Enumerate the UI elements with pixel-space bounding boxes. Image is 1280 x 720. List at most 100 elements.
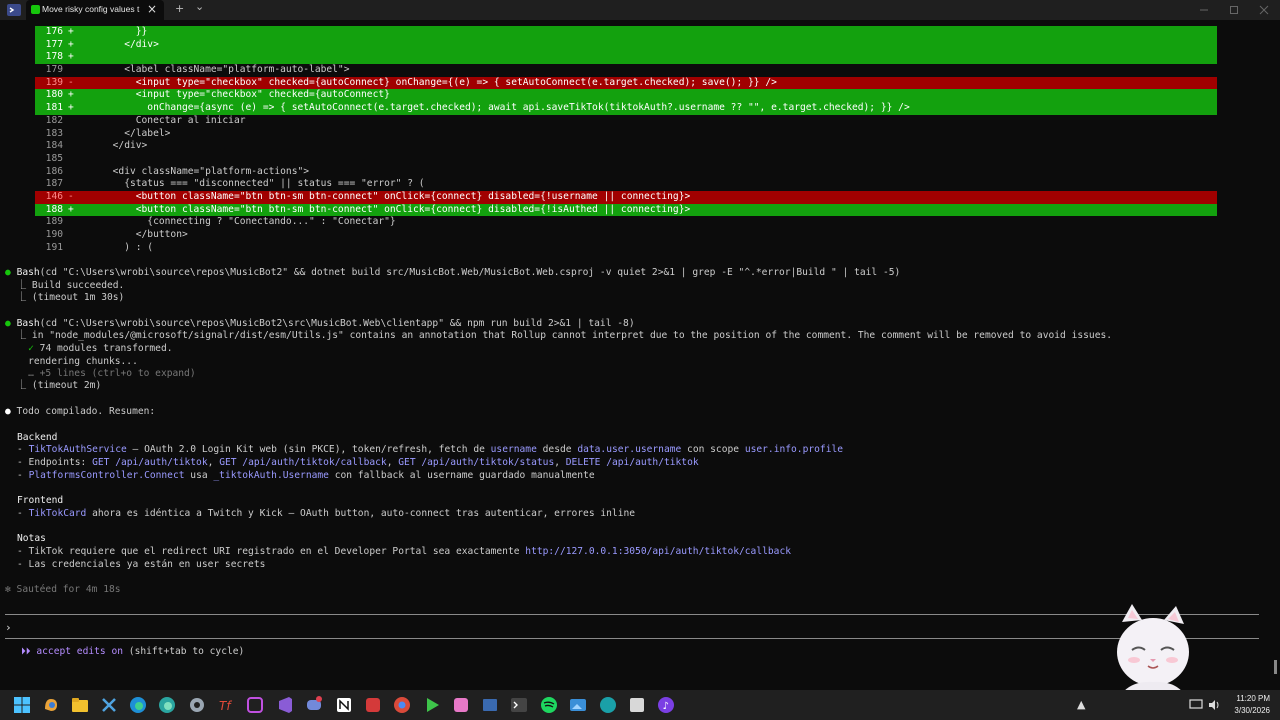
list-item: - TikTokCard ahora es idéntica a Twitch …: [17, 508, 635, 521]
tab-active[interactable]: Move risky config values t ×: [26, 0, 164, 20]
diff-line-added: 181 + onChange={async (e) => { setAutoCon…: [35, 102, 1217, 115]
list-item-text: usa: [184, 470, 214, 481]
xcode-like-icon[interactable]: [99, 695, 119, 715]
line-number: 185: [45, 152, 63, 164]
diff-line-context: 190 </button>: [35, 229, 1217, 242]
bash-output-line: ⎿ in "node_modules/@microsoft/signalr/di…: [5, 330, 1113, 341]
new-tab-button[interactable]: +: [175, 2, 184, 15]
diff-marker: +: [68, 102, 74, 114]
mode-label: accept edits on: [30, 646, 124, 657]
bash-output-line: ✓ 74 modules transformed.: [5, 343, 173, 356]
tab-dropdown-icon[interactable]: ⌄: [195, 0, 204, 13]
diff-line-context: 189 {connecting ? "Conectando..." : "Con…: [35, 216, 1217, 229]
list-item-text: ,: [386, 457, 399, 468]
line-number: 146: [45, 190, 63, 202]
section-frontend-title: Frontend: [17, 495, 64, 506]
purple-app-icon[interactable]: ♪: [656, 695, 676, 715]
bash-command-text: (cd "C:\Users\wrobi\source\repos\MusicBo…: [39, 318, 635, 329]
photos-icon[interactable]: [568, 695, 588, 715]
code-editor-icon[interactable]: [480, 695, 500, 715]
notion-icon[interactable]: [334, 695, 354, 715]
callback-url-link[interactable]: http://127.0.0.1:3050/api/auth/tiktok/ca…: [525, 546, 791, 557]
line-number: 190: [45, 229, 63, 240]
edge-canary-icon[interactable]: [598, 695, 618, 715]
line-number: 186: [45, 165, 63, 177]
edge-icon[interactable]: [128, 695, 148, 715]
mode-indicator[interactable]: ⏵⏵ accept edits on (shift+tab to cycle): [21, 646, 244, 657]
list-item-text: con scope: [681, 444, 745, 455]
code-highlight: DELETE /api/auth/tiktok: [565, 457, 699, 468]
diff-line-context: 179 <label className="platform-auto-labe…: [35, 64, 1217, 77]
diff-line-context: 183 </label>: [35, 128, 1217, 141]
chrome-icon[interactable]: [392, 695, 412, 715]
prompt-bottom-divider: [5, 638, 1259, 639]
list-item-text: - TikTok requiere que el redirect URI re…: [17, 546, 526, 557]
code-text: {status === "disconnected" || status ===…: [78, 178, 425, 190]
code-text: <input type="checkbox" checked={autoConn…: [78, 76, 777, 88]
summary-intro-text: Todo compilado. Resumen:: [10, 406, 156, 417]
code-highlight: GET /api/auth/tiktok: [92, 457, 208, 468]
diff-line-context: 186 <div className="platform-actions">: [35, 166, 1217, 179]
system-clock[interactable]: 11:20 PM 3/30/2026: [1234, 693, 1270, 717]
copilot-icon[interactable]: [41, 695, 61, 715]
settings-gear-icon[interactable]: [187, 695, 207, 715]
pink-app-icon[interactable]: [451, 695, 471, 715]
terminal-icon[interactable]: [509, 695, 529, 715]
clock-date: 3/30/2026: [1234, 706, 1270, 715]
diff-marker: +: [68, 89, 74, 101]
section-backend-title: Backend: [17, 432, 58, 443]
list-item-text: - Endpoints:: [17, 457, 93, 468]
visual-studio-icon[interactable]: [275, 695, 295, 715]
tray-overflow-icon[interactable]: ▲: [1077, 698, 1085, 711]
line-number: 191: [45, 241, 63, 253]
discord-icon[interactable]: [304, 695, 324, 715]
svg-text:Tf: Tf: [219, 699, 232, 713]
code-highlight: TikTokCard: [28, 508, 87, 519]
windows-start-icon[interactable]: [12, 695, 32, 715]
diff-line-added: 176 + }}: [35, 26, 1217, 39]
snipping-tool-icon[interactable]: [627, 695, 647, 715]
play-icon[interactable]: [422, 695, 442, 715]
diff-marker: -: [68, 76, 74, 88]
summary-intro: ● Todo compilado. Resumen:: [5, 406, 155, 419]
bash-output-text: 74 modules transformed.: [33, 343, 173, 354]
tab-status-icon: [31, 5, 40, 14]
code-highlight: user.info.profile: [744, 444, 844, 455]
tab-close-icon[interactable]: ×: [147, 2, 157, 16]
prompt-glyph[interactable]: ›: [5, 621, 12, 634]
diff-line-removed: 146- <button className="btn btn-sm btn-c…: [35, 190, 1217, 204]
bash-command-1: ● Bash(cd "C:\Users\wrobi\source\repos\M…: [5, 267, 900, 280]
tab-title: Move risky config values t: [42, 4, 140, 14]
code-text: <input type="checkbox" checked={autoConn…: [78, 89, 390, 101]
code-text: </div>: [78, 140, 148, 152]
window-close-icon[interactable]: [1259, 5, 1269, 15]
list-item-text: ahora es idéntica a Twitch y Kick — OAut…: [86, 508, 636, 519]
list-item-text: ,: [207, 457, 220, 468]
bash-result-1: ⎿ Build succeeded.: [5, 280, 125, 291]
status-line: ✻ Sautéed for 4m 18s: [5, 584, 121, 595]
line-number: 183: [45, 127, 63, 139]
database-tool-icon[interactable]: [245, 695, 265, 715]
diff-marker: +: [68, 203, 74, 215]
code-text: <button className="btn btn-sm btn-connec…: [78, 190, 691, 202]
volume-icon[interactable]: [1207, 698, 1221, 712]
minimize-icon[interactable]: [1199, 5, 1209, 15]
scrollbar-thumb[interactable]: [1274, 660, 1277, 674]
file-explorer-icon[interactable]: [70, 695, 90, 715]
expand-hint[interactable]: … +5 lines (ctrl+o to expand): [5, 368, 196, 381]
code-highlight: GET /api/auth/tiktok/status: [398, 457, 555, 468]
terminal-app-icon[interactable]: [6, 2, 22, 18]
list-item-text: -: [17, 444, 29, 455]
code-highlight: data.user.username: [577, 444, 682, 455]
line-number: 182: [45, 114, 63, 126]
diff-marker: -: [68, 190, 74, 202]
maximize-icon[interactable]: [1229, 5, 1239, 15]
terraform-icon[interactable]: Tf: [216, 695, 236, 715]
edge-dev-icon[interactable]: [157, 695, 177, 715]
code-text: </div>: [78, 38, 159, 50]
spotify-icon[interactable]: [539, 695, 559, 715]
display-icon[interactable]: [1189, 698, 1203, 712]
code-highlight: username: [490, 444, 537, 455]
line-number: 139: [45, 76, 63, 88]
recorder-icon[interactable]: [363, 695, 383, 715]
